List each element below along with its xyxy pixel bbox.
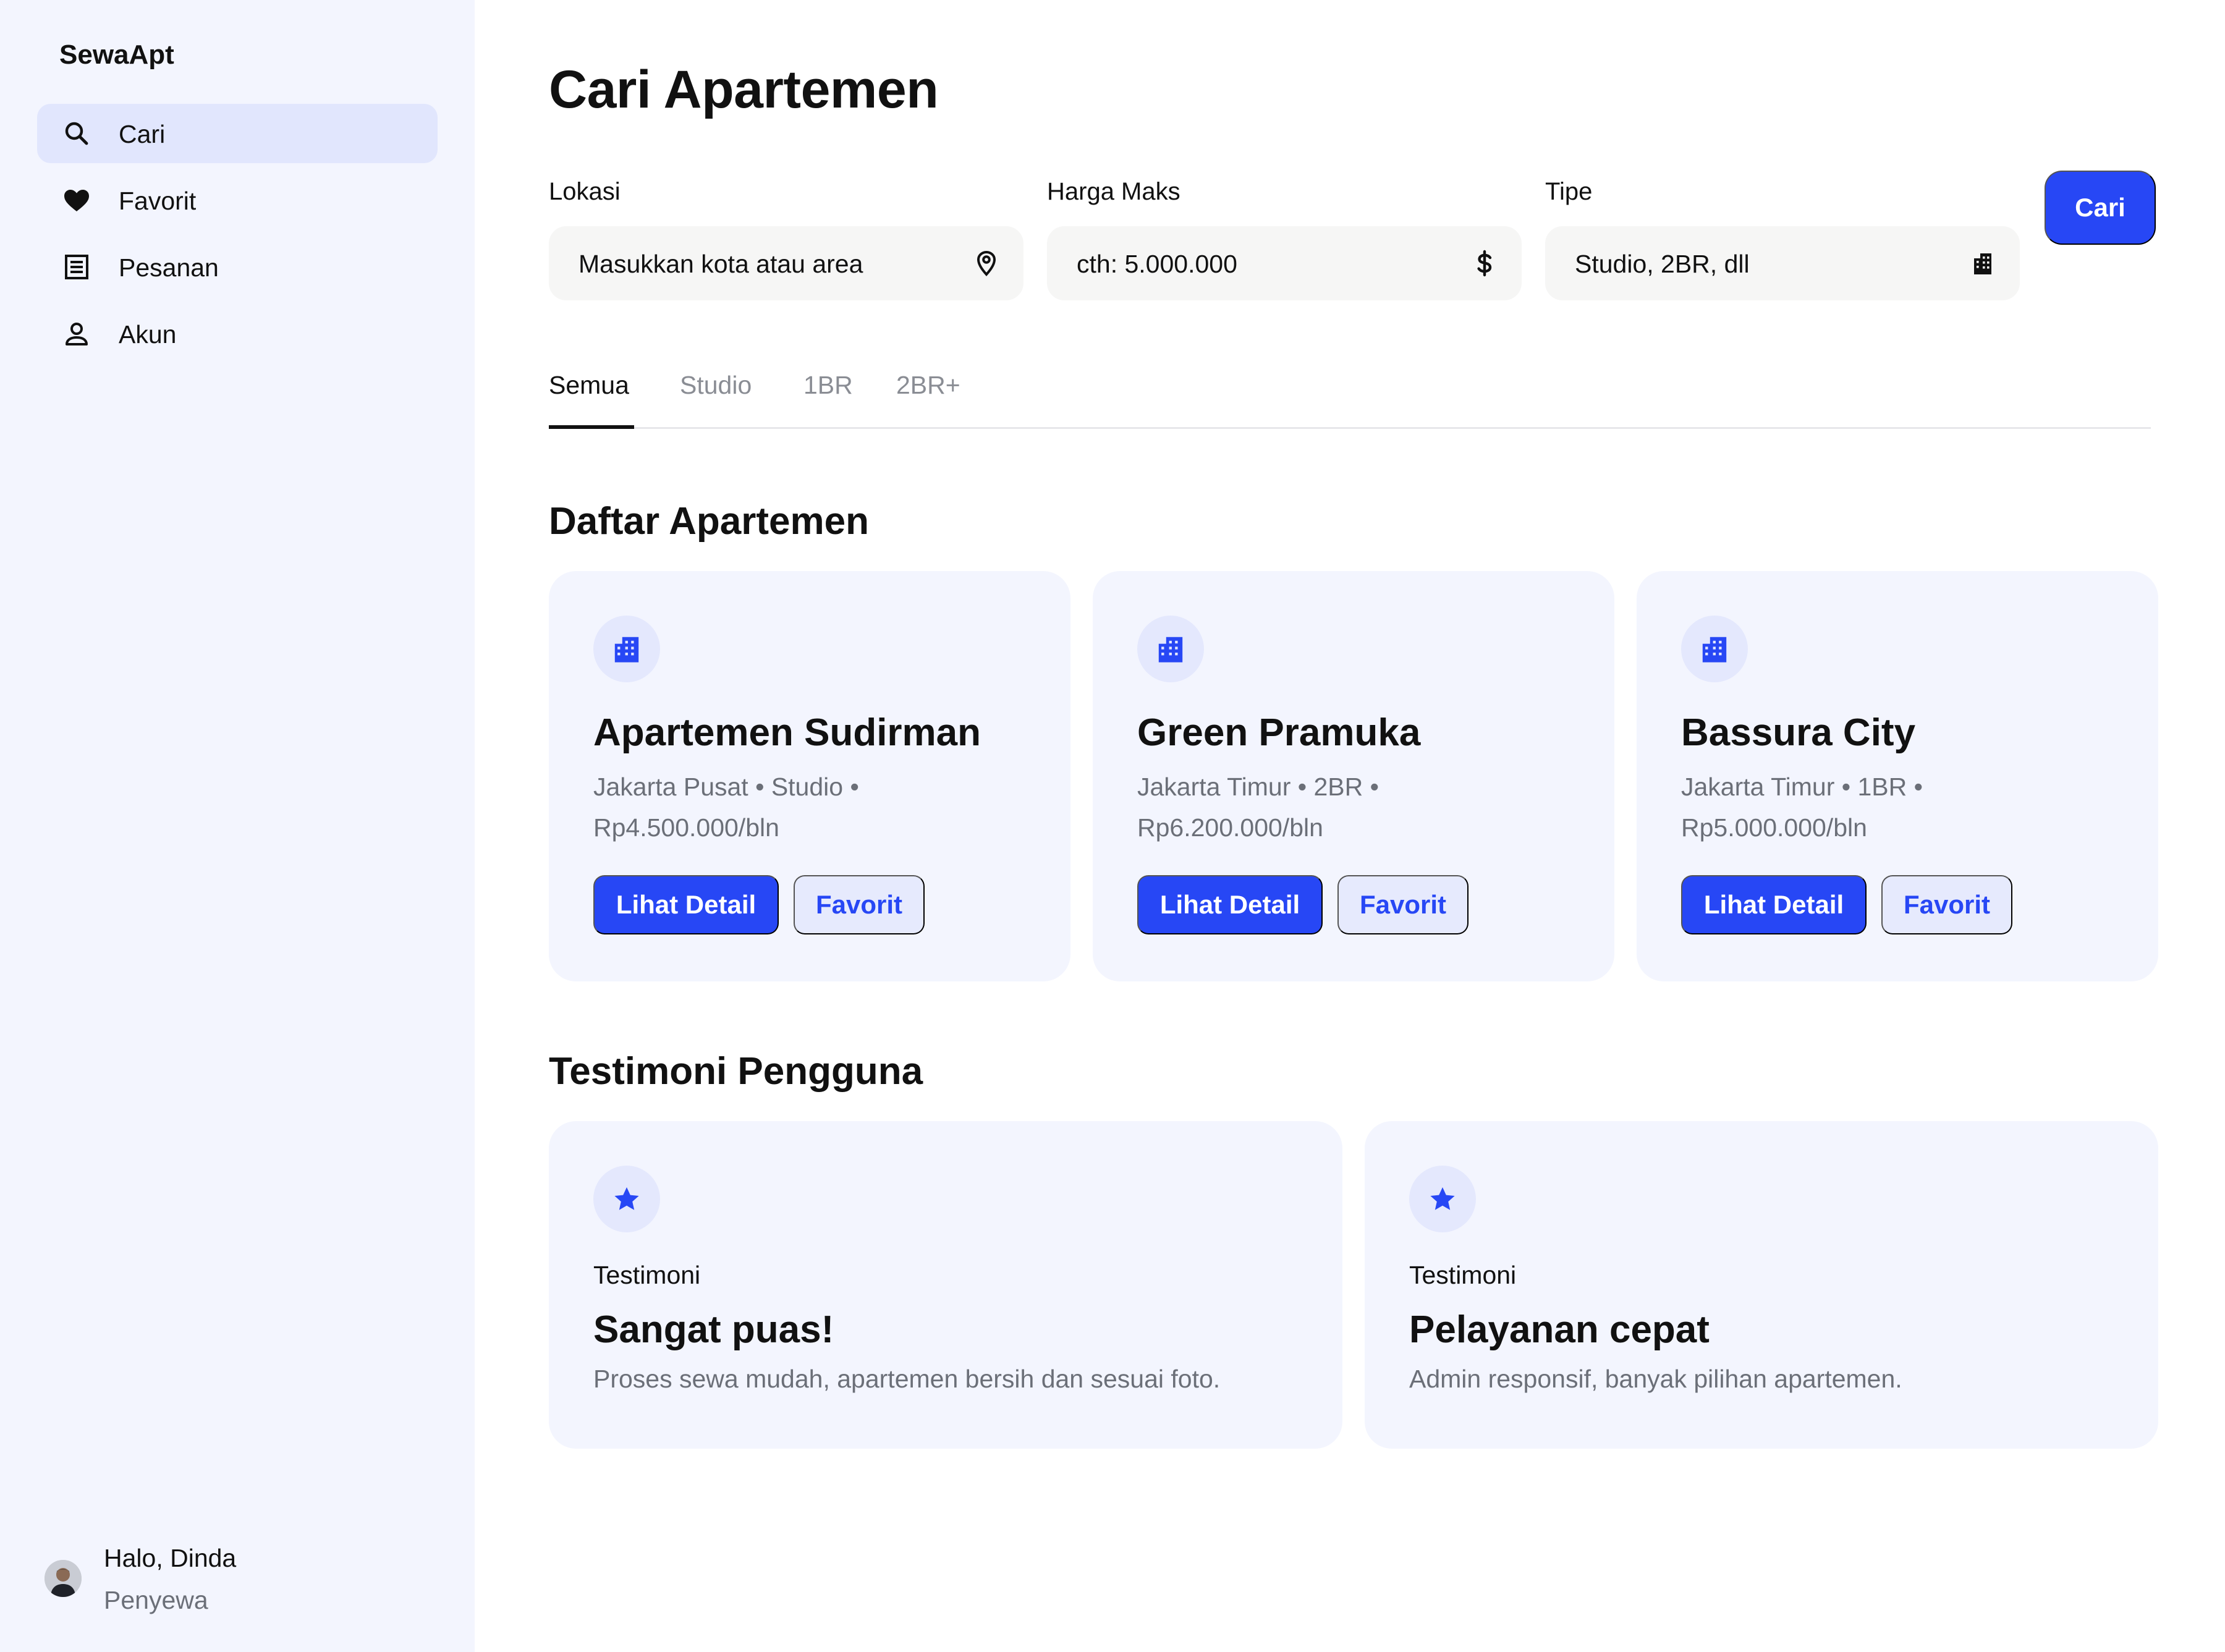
star-icon [593,1166,660,1232]
person-icon [62,319,91,349]
avatar [44,1560,82,1597]
location-label: Lokasi [549,178,621,205]
tab-2br-plus[interactable]: 2BR+ [896,371,960,400]
view-detail-button[interactable]: Lihat Detail [593,875,779,934]
apartment-card: Green Pramuka Jakarta Timur • 2BR • Rp6.… [1093,571,1614,981]
receipt-icon [62,252,91,282]
testimonial-card: Testimoni Sangat puas! Proses sewa mudah… [549,1121,1342,1449]
user-role: Penyewa [104,1586,208,1614]
view-detail-button[interactable]: Lihat Detail [1137,875,1323,934]
apartment-name: Bassura City [1681,711,1916,754]
search-button[interactable]: Cari [2045,171,2156,245]
page-title: Cari Apartemen [549,60,939,119]
type-input-placeholder: Studio, 2BR, dll [1575,250,1750,278]
building-icon [1970,250,1995,277]
sidebar-item-cari[interactable]: Cari [37,104,438,163]
sidebar-item-akun[interactable]: Akun [37,304,438,363]
building-icon [593,616,660,682]
sidebar-item-label: Cari [119,120,166,148]
testimonial-title: Pelayanan cepat [1409,1308,1710,1351]
location-input[interactable]: Masukkan kota atau area [549,226,1024,300]
apartment-meta: Jakarta Timur • 1BR • Rp5.000.000/bln [1681,773,1923,842]
favorite-button[interactable]: Favorit [794,875,925,934]
listings-section-title: Daftar Apartemen [549,500,869,543]
sidebar-item-label: Akun [119,320,177,349]
filter-tabs: Semua Studio 1BR 2BR+ [549,365,2151,429]
testimonials-section-title: Testimoni Pengguna [549,1050,923,1093]
search-icon [62,119,91,148]
max-price-input[interactable]: cth: 5.000.000 [1047,226,1522,300]
testimonial-text: Proses sewa mudah, apartemen bersih dan … [593,1365,1221,1393]
testimonial-title: Sangat puas! [593,1308,834,1351]
testimonial-kicker: Testimoni [1409,1261,1517,1289]
dollar-icon [1472,250,1497,277]
user-profile[interactable]: Halo, Dinda Penyewa [43,1539,451,1625]
testimonial-kicker: Testimoni [593,1261,701,1289]
sidebar-item-favorit[interactable]: Favorit [37,171,438,230]
apartment-meta: Jakarta Timur • 2BR • Rp6.200.000/bln [1137,773,1379,842]
heart-icon [62,185,91,215]
apartment-card: Bassura City Jakarta Timur • 1BR • Rp5.0… [1637,571,2158,981]
type-input[interactable]: Studio, 2BR, dll [1545,226,2020,300]
tab-studio[interactable]: Studio [680,371,752,400]
apartment-name: Green Pramuka [1137,711,1421,754]
location-pin-icon [974,250,999,277]
sidebar-item-pesanan[interactable]: Pesanan [37,237,438,297]
tab-semua[interactable]: Semua [549,371,629,400]
sidebar: SewaApt Cari Favorit Pesanan Akun Halo, … [0,0,475,1652]
apartment-name: Apartemen Sudirman [593,711,981,754]
sidebar-item-label: Favorit [119,187,197,215]
star-icon [1409,1166,1476,1232]
apartment-card: Apartemen Sudirman Jakarta Pusat • Studi… [549,571,1070,981]
tab-1br[interactable]: 1BR [803,371,853,400]
location-input-placeholder: Masukkan kota atau area [578,250,863,278]
user-greeting: Halo, Dinda [104,1544,237,1572]
testimonial-card: Testimoni Pelayanan cepat Admin responsi… [1365,1121,2158,1449]
sidebar-item-label: Pesanan [119,253,219,282]
apartment-meta: Jakarta Pusat • Studio • Rp4.500.000/bln [593,773,859,842]
type-label: Tipe [1545,178,1593,205]
testimonial-text: Admin responsif, banyak pilihan aparteme… [1409,1365,1902,1393]
max-price-input-placeholder: cth: 5.000.000 [1077,250,1237,278]
view-detail-button[interactable]: Lihat Detail [1681,875,1867,934]
favorite-button[interactable]: Favorit [1881,875,2012,934]
building-icon [1681,616,1748,682]
sidebar-nav: Cari Favorit Pesanan Akun [37,104,438,371]
favorite-button[interactable]: Favorit [1337,875,1468,934]
building-icon [1137,616,1204,682]
max-price-label: Harga Maks [1047,178,1180,205]
brand-logo[interactable]: SewaApt [59,40,174,70]
active-tab-indicator [549,425,634,429]
